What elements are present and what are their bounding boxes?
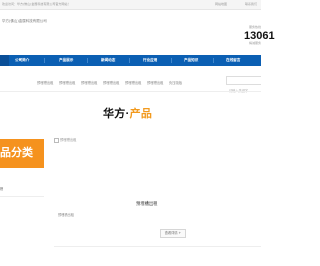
nav-item-products[interactable]: 产品展示 [59,55,73,66]
nav-divider [213,58,214,63]
broken-image-icon [54,137,59,143]
section-title-main: 华方 [103,108,126,120]
main-nav: 公司简介 产品展示 新闻动态 行业应用 产品知识 在线留言 [0,55,261,66]
nav-item-knowledge[interactable]: 产品知识 [184,55,198,66]
hot-link[interactable]: 预埋槽出租 [37,80,53,85]
product-image-alt: 预埋槽出租 [60,138,77,142]
category-divider [0,196,44,197]
section-title: 华方·产品 [103,105,152,121]
hot-link[interactable]: 预埋槽出租 [147,80,163,85]
category-title: 品分类 [0,146,33,159]
contact-link[interactable]: 联系我们 [245,2,257,6]
nav-item-message[interactable]: 在线留言 [226,55,240,66]
nav-home-block[interactable] [0,55,9,66]
hot-link[interactable]: 预埋槽出租 [103,80,119,85]
sitemap-link[interactable]: 网站地图 [215,2,227,6]
hot-link[interactable]: 预埋槽出租 [81,80,97,85]
nav-item-industry[interactable]: 行业应用 [143,55,157,66]
hot-link[interactable]: 预埋槽出租 [59,80,75,85]
hot-link[interactable]: 预埋槽出租 [125,80,141,85]
hotline-label: 服务热线 [248,25,261,29]
view-details-button[interactable]: 查看详情 + [160,229,186,238]
product-name[interactable]: 预埋槽出租 [136,201,157,207]
company-name: 华方(佛山)金属科技有限公司 [2,19,47,23]
nav-divider [87,58,88,63]
category-item[interactable]: 槽 [0,186,3,191]
section-divider [0,91,261,92]
nav-item-news[interactable]: 新闻动态 [101,55,115,66]
hot-link[interactable]: 负压吸板 [169,80,182,85]
section-title-accent: 产品 [129,108,153,120]
nav-item-company[interactable]: 公司简介 [15,55,29,66]
nav-divider [44,58,45,63]
product-image[interactable]: 预埋槽出租 [54,137,76,143]
top-bar: 欢迎访问：华方(佛山)金属科技有限公司官方网站！ 网站地图 联系我们 [0,0,261,10]
welcome-text: 欢迎访问：华方(佛山)金属科技有限公司官方网站！ [2,2,71,6]
search-box [226,76,261,95]
product-caption[interactable]: 预埋槽出租 [58,212,74,217]
product-divider [54,246,261,247]
hotline-subtext: 竭诚服务 [248,41,261,45]
nav-divider [171,58,172,63]
nav-divider [129,58,130,63]
